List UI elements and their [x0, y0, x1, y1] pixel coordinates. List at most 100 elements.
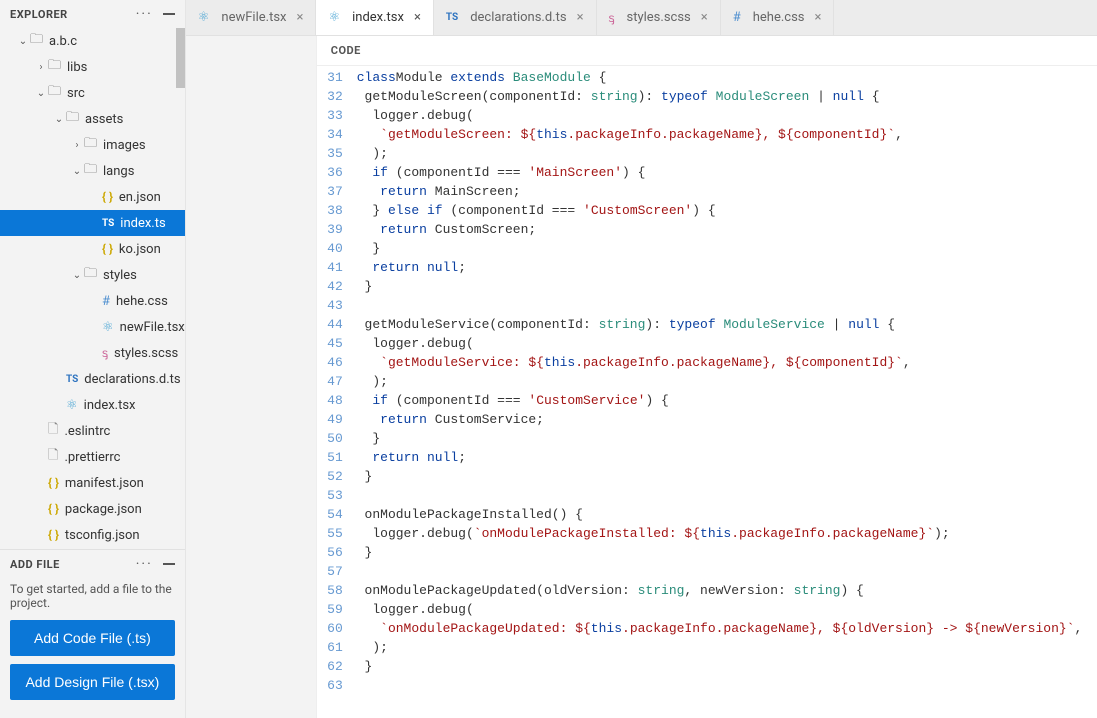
react-icon: ⚛ [198, 10, 210, 25]
explorer-collapse-icon[interactable] [163, 13, 175, 15]
folder-icon [84, 264, 103, 286]
folder-icon [84, 134, 103, 156]
tab-newfile-tsx[interactable]: ⚛ newFile.tsx × [186, 0, 317, 35]
tree-item-label: a.b.c [49, 34, 77, 49]
tab-label: newFile.tsx [221, 10, 286, 25]
tab-label: declarations.d.ts [470, 10, 566, 25]
tree-item-libs[interactable]: › libs [0, 54, 185, 80]
add-file-panel: ADD FILE ··· To get started, add a file … [0, 549, 185, 718]
add-design-file-button[interactable]: Add Design File (.tsx) [10, 664, 175, 700]
tab-declarations-d-ts[interactable]: TS declarations.d.ts × [434, 0, 597, 35]
tree-item-label: images [103, 138, 146, 153]
sidebar: EXPLORER ··· ⌄ a.b.c › libs ⌄ src ⌄assets › imag… [0, 0, 186, 718]
close-icon[interactable]: × [577, 10, 584, 25]
tree-item-label: declarations.d.ts [84, 372, 180, 387]
close-icon[interactable]: × [414, 10, 421, 25]
folder-icon [48, 82, 67, 104]
tree-item-package-json[interactable]: { }package.json [0, 496, 185, 522]
tab-label: styles.scss [627, 10, 691, 25]
tree-item-styles[interactable]: ⌄ styles [0, 262, 185, 288]
tree-item-label: ko.json [119, 242, 161, 257]
editor-left-margin [186, 36, 316, 718]
tree-item--prettierrc[interactable]: .prettierrc [0, 444, 185, 470]
code-area[interactable]: 31 32 33 34 35 36 37 38 39 40 41 42 43 4… [317, 66, 1097, 718]
tree-item-label: src [67, 86, 85, 101]
json-icon: { } [48, 502, 59, 516]
tree-item-label: styles [103, 268, 137, 283]
chevron-down-icon[interactable]: ⌄ [70, 166, 84, 177]
code-header: CODE [317, 36, 1097, 66]
json-icon: { } [102, 242, 113, 256]
tree-item-label: manifest.json [65, 476, 144, 491]
explorer-title: EXPLORER [10, 8, 68, 21]
scss-icon: ᶊ [102, 346, 108, 360]
file-tree: ⌄ a.b.c › libs ⌄ src ⌄assets › images ⌄ langs { } en… [0, 28, 185, 549]
editor-tabs: ⚛newFile.tsx×⚛index.tsx×TSdeclarations.d… [186, 0, 1097, 36]
editor-column: CODE 31 32 33 34 35 36 37 38 39 40 41 42… [316, 36, 1097, 718]
folder-icon [66, 108, 85, 130]
tree-item-hehe-css[interactable]: # hehe.css [0, 288, 185, 314]
add-file-more-icon[interactable]: ··· [136, 556, 153, 572]
tree-item-images[interactable]: › images [0, 132, 185, 158]
chevron-down-icon[interactable]: ⌄ [34, 88, 48, 99]
close-icon[interactable]: × [815, 10, 822, 25]
code-content[interactable]: classModule extends BaseModule { getModu… [357, 68, 1097, 718]
tree-item-langs[interactable]: ⌄ langs [0, 158, 185, 184]
tree-item-label: langs [103, 164, 134, 179]
tree-item-label: en.json [119, 190, 161, 205]
json-icon: { } [102, 190, 113, 204]
tree-item-declarations-d-ts[interactable]: TS declarations.d.ts [0, 366, 185, 392]
tab-label: index.tsx [352, 10, 404, 25]
add-code-file-button[interactable]: Add Code File (.ts) [10, 620, 175, 656]
tree-item-tsconfig-json[interactable]: { } tsconfig.json [0, 522, 185, 548]
chevron-down-icon[interactable]: ⌄ [16, 36, 30, 47]
react-icon: ⚛ [102, 320, 114, 335]
ts-icon: TS [446, 12, 458, 23]
tree-item-newfile-tsx[interactable]: ⚛newFile.tsx [0, 314, 185, 340]
folder-icon [48, 56, 67, 78]
chevron-down-icon[interactable]: ⌄ [52, 114, 66, 125]
tree-item-src[interactable]: ⌄ src [0, 80, 185, 106]
tree-scrollbar[interactable] [176, 28, 185, 88]
close-icon[interactable]: × [701, 10, 708, 25]
folder-icon [30, 30, 49, 52]
ts-icon: TS [66, 374, 78, 385]
tab-styles-scss[interactable]: ᶊ styles.scss × [597, 0, 721, 35]
tree-item-manifest-json[interactable]: { } manifest.json [0, 470, 185, 496]
file-icon [48, 420, 64, 442]
scss-icon: ᶊ [609, 11, 615, 25]
tree-item-ko-json[interactable]: { } ko.json [0, 236, 185, 262]
tab-index-tsx[interactable]: ⚛index.tsx× [316, 0, 433, 35]
chevron-right-icon[interactable]: › [34, 62, 48, 73]
explorer-more-icon[interactable]: ··· [136, 6, 153, 22]
tree-item-styles-scss[interactable]: ᶊstyles.scss [0, 340, 185, 366]
ts-icon: TS [102, 218, 114, 229]
tree-item-label: .eslintrc [64, 424, 110, 439]
add-file-collapse-icon[interactable] [163, 563, 175, 565]
chevron-down-icon[interactable]: ⌄ [70, 270, 84, 281]
tree-item-label: libs [67, 60, 87, 75]
tree-item-label: index.ts [120, 216, 165, 231]
explorer-header: EXPLORER ··· [0, 0, 185, 28]
json-icon: { } [48, 476, 59, 490]
tree-item-en-json[interactable]: { } en.json [0, 184, 185, 210]
tree-item-label: hehe.css [116, 294, 168, 309]
close-icon[interactable]: × [297, 10, 304, 25]
hash-icon: # [102, 294, 110, 309]
editor-wrap: CODE 31 32 33 34 35 36 37 38 39 40 41 42… [186, 36, 1097, 718]
tree-item--eslintrc[interactable]: .eslintrc [0, 418, 185, 444]
main: ⚛newFile.tsx×⚛index.tsx×TSdeclarations.d… [186, 0, 1097, 718]
folder-icon [84, 160, 103, 182]
tree-item-index-ts[interactable]: TS index.ts [0, 210, 185, 236]
chevron-right-icon[interactable]: › [70, 140, 84, 151]
file-icon [48, 446, 64, 468]
json-icon: { } [48, 528, 59, 542]
tab-hehe-css[interactable]: #hehe.css× [721, 0, 835, 35]
line-numbers: 31 32 33 34 35 36 37 38 39 40 41 42 43 4… [317, 68, 357, 718]
tree-item-label: tsconfig.json [65, 528, 140, 543]
tab-label: hehe.css [753, 10, 805, 25]
add-file-title: ADD FILE [10, 558, 60, 571]
tree-item-index-tsx[interactable]: ⚛index.tsx [0, 392, 185, 418]
tree-item-a-b-c[interactable]: ⌄ a.b.c [0, 28, 185, 54]
tree-item-assets[interactable]: ⌄assets [0, 106, 185, 132]
